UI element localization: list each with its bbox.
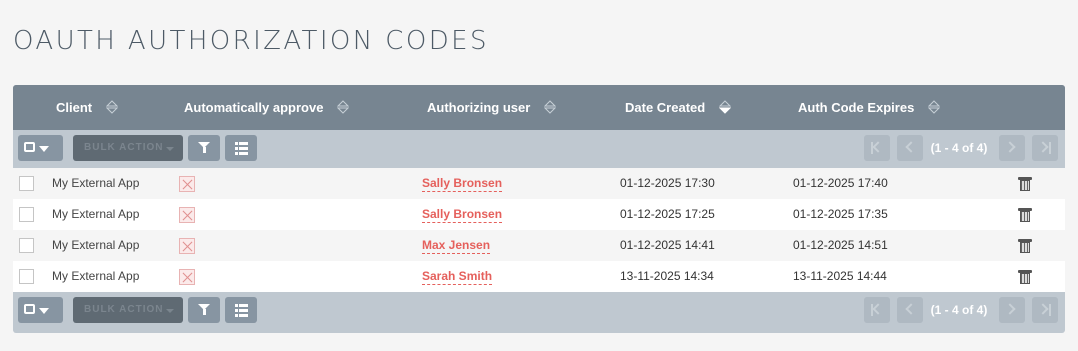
client-cell: My External App (52, 176, 140, 190)
expires-cell: 01-12-2025 17:35 (793, 207, 888, 221)
column-header-date-created[interactable]: Date Created (625, 85, 731, 130)
client-cell: My External App (52, 269, 140, 283)
expires-cell: 13-11-2025 14:44 (793, 269, 887, 283)
prev-page-button[interactable] (897, 135, 923, 161)
column-chooser-icon (235, 142, 248, 145)
prev-page-button[interactable] (897, 297, 923, 323)
last-page-button[interactable] (1032, 135, 1058, 161)
last-page-icon (1037, 303, 1049, 315)
bulk-action-button[interactable]: BULK ACTION (73, 135, 183, 161)
unchecked-x-icon (179, 269, 195, 285)
table-row: My External App Max Jensen 01-12-2025 14… (13, 230, 1065, 261)
chevron-down-icon (39, 308, 49, 314)
date-created-cell: 01-12-2025 17:25 (620, 207, 715, 221)
column-header-authorizing-user[interactable]: Authorizing user (427, 85, 556, 130)
row-checkbox[interactable] (19, 238, 34, 253)
prev-page-icon (905, 303, 917, 315)
table-row: My External App Sally Bronsen 01-12-2025… (13, 168, 1065, 199)
column-header-client[interactable]: Client (56, 85, 118, 130)
chevron-down-icon (39, 146, 49, 152)
next-page-button[interactable] (999, 135, 1025, 161)
prev-page-icon (905, 141, 917, 153)
table-toolbar-bottom: BULK ACTION (1 - 4 of 4) (13, 292, 1065, 330)
next-page-button[interactable] (999, 297, 1025, 323)
pagination-count: (1 - 4 of 4) (930, 141, 988, 155)
authorizing-user-link[interactable]: Max Jensen (422, 230, 491, 261)
trash-icon[interactable] (1018, 207, 1032, 223)
sort-icon (927, 99, 940, 114)
date-created-cell: 01-12-2025 14:41 (620, 238, 715, 252)
filter-button[interactable] (188, 135, 220, 161)
sort-desc-icon (718, 99, 731, 114)
table-toolbar-top: BULK ACTION (1 - 4 of 4) (13, 130, 1065, 168)
column-header-auto-approve[interactable]: Automatically approve (184, 85, 350, 130)
filter-button[interactable] (188, 297, 220, 323)
row-checkbox[interactable] (19, 176, 34, 191)
unchecked-x-icon (179, 238, 195, 254)
select-all-dropdown[interactable] (18, 297, 63, 323)
unchecked-x-icon (179, 207, 195, 223)
trash-icon[interactable] (1018, 176, 1032, 192)
first-page-button[interactable] (864, 297, 890, 323)
last-page-icon (1037, 141, 1049, 153)
date-created-cell: 13-11-2025 14:34 (620, 269, 714, 283)
sort-icon (105, 99, 118, 114)
expires-cell: 01-12-2025 14:51 (793, 238, 888, 252)
sort-icon (337, 99, 350, 114)
next-page-icon (1004, 303, 1016, 315)
chevron-down-icon (166, 309, 174, 313)
auth-codes-table: Client Automatically approve Authorizing… (13, 85, 1065, 333)
table-header: Client Automatically approve Authorizing… (13, 85, 1065, 130)
last-page-button[interactable] (1032, 297, 1058, 323)
column-header-auth-code-expires[interactable]: Auth Code Expires (798, 85, 940, 130)
authorizing-user-link[interactable]: Sarah Smith (422, 261, 493, 292)
select-all-dropdown[interactable] (18, 135, 63, 161)
date-created-cell: 01-12-2025 17:30 (620, 176, 715, 190)
page-title: OAUTH AUTHORIZATION CODES (13, 26, 489, 56)
unchecked-x-icon (179, 176, 195, 192)
column-chooser-button[interactable] (225, 297, 257, 323)
select-all-icon (24, 304, 35, 314)
expires-cell: 01-12-2025 17:40 (793, 176, 888, 190)
bulk-action-button[interactable]: BULK ACTION (73, 297, 183, 323)
row-checkbox[interactable] (19, 207, 34, 222)
first-page-icon (872, 303, 884, 315)
client-cell: My External App (52, 238, 140, 252)
authorizing-user-link[interactable]: Sally Bronsen (422, 199, 503, 230)
first-page-icon (872, 141, 884, 153)
first-page-button[interactable] (864, 135, 890, 161)
sort-icon (543, 99, 556, 114)
row-checkbox[interactable] (19, 269, 34, 284)
next-page-icon (1004, 141, 1016, 153)
chevron-down-icon (166, 147, 174, 151)
client-cell: My External App (52, 207, 140, 221)
pagination-count: (1 - 4 of 4) (930, 303, 988, 317)
column-chooser-icon (235, 304, 248, 307)
trash-icon[interactable] (1018, 238, 1032, 254)
column-chooser-button[interactable] (225, 135, 257, 161)
authorizing-user-link[interactable]: Sally Bronsen (422, 168, 503, 199)
table-row: My External App Sarah Smith 13-11-2025 1… (13, 261, 1065, 292)
table-row: My External App Sally Bronsen 01-12-2025… (13, 199, 1065, 230)
select-all-icon (24, 142, 35, 152)
trash-icon[interactable] (1018, 269, 1032, 285)
